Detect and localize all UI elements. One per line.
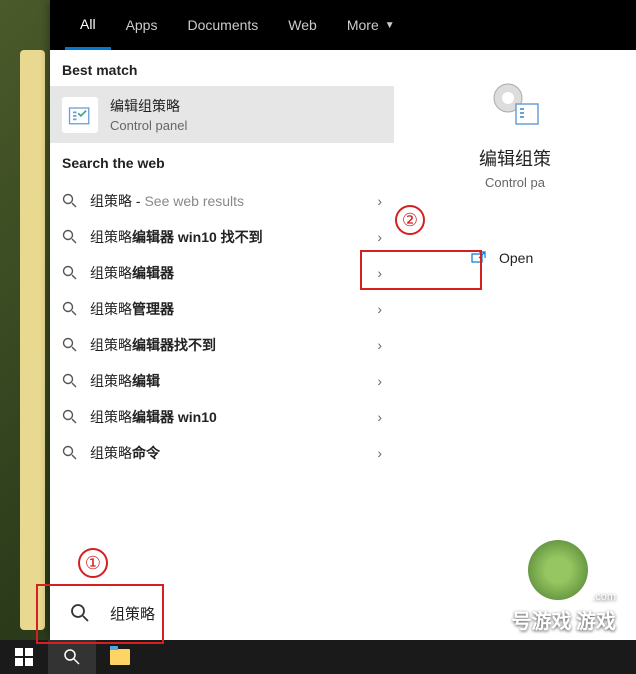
web-result-text: 组策略编辑器 win10 找不到 xyxy=(90,227,365,247)
search-icon xyxy=(62,445,78,461)
web-result-item[interactable]: 组策略编辑 › xyxy=(50,363,394,399)
folder-icon xyxy=(110,649,130,665)
chevron-right-icon: › xyxy=(377,445,382,461)
web-result-item[interactable]: 组策略编辑器 › xyxy=(50,255,394,291)
web-result-item[interactable]: 组策略编辑器 win10 › xyxy=(50,399,394,435)
app-large-icon xyxy=(485,75,545,135)
taskbar-search-button[interactable] xyxy=(48,640,96,674)
web-result-text: 组策略命令 xyxy=(90,443,365,463)
search-icon xyxy=(62,229,78,245)
tab-apps[interactable]: Apps xyxy=(111,0,173,50)
watermark-sub: 游戏 xyxy=(576,611,616,633)
web-result-item[interactable]: 组策略管理器 › xyxy=(50,291,394,327)
web-result-item[interactable]: 组策略 - See web results › xyxy=(50,183,394,219)
web-result-item[interactable]: 组策略编辑器找不到 › xyxy=(50,327,394,363)
chevron-right-icon: › xyxy=(377,229,382,245)
best-match-item[interactable]: 编辑组策略 Control panel xyxy=(50,86,394,143)
taskbar-search-box[interactable] xyxy=(50,586,455,640)
tab-more[interactable]: More ▼ xyxy=(332,0,410,50)
best-match-subtitle: Control panel xyxy=(110,118,187,133)
tab-documents[interactable]: Documents xyxy=(172,0,273,50)
web-result-text: 组策略管理器 xyxy=(90,299,365,319)
watermark: .com 号游戏 游戏 xyxy=(512,540,616,634)
search-icon xyxy=(62,193,78,209)
search-input[interactable] xyxy=(110,605,435,622)
chevron-down-icon: ▼ xyxy=(385,20,395,31)
open-button[interactable]: Open xyxy=(455,240,575,276)
best-match-header: Best match xyxy=(50,50,394,86)
tab-more-label: More xyxy=(347,17,379,33)
annotation-circle-2: ② xyxy=(395,205,425,235)
search-icon xyxy=(62,373,78,389)
chevron-right-icon: › xyxy=(377,409,382,425)
search-icon xyxy=(62,265,78,281)
app-detail-subtitle: Control pa xyxy=(404,175,626,190)
web-results-list: 组策略 - See web results › 组策略编辑器 win10 找不到… xyxy=(50,179,394,475)
watermark-url: .com xyxy=(592,591,616,603)
chevron-right-icon: › xyxy=(377,265,382,281)
watermark-name: 号游戏 xyxy=(512,611,572,633)
chevron-right-icon: › xyxy=(377,301,382,317)
app-detail-title: 编辑组策 xyxy=(404,145,626,171)
tab-all[interactable]: All xyxy=(65,0,111,50)
open-button-label: Open xyxy=(499,250,533,266)
start-button[interactable] xyxy=(0,640,48,674)
annotation-circle-1: ① xyxy=(78,548,108,578)
chevron-right-icon: › xyxy=(377,373,382,389)
best-match-title: 编辑组策略 xyxy=(110,96,187,116)
chevron-right-icon: › xyxy=(377,193,382,209)
open-icon xyxy=(471,250,487,266)
search-icon xyxy=(70,603,90,623)
search-tabs-bar: All Apps Documents Web More ▼ xyxy=(50,0,636,50)
taskbar xyxy=(0,640,636,674)
web-result-item[interactable]: 组策略命令 › xyxy=(50,435,394,471)
web-result-text: 组策略编辑器 win10 xyxy=(90,407,365,427)
watermark-logo-icon xyxy=(528,540,588,600)
search-web-header: Search the web xyxy=(50,143,394,179)
best-match-text: 编辑组策略 Control panel xyxy=(110,96,187,133)
web-result-text: 组策略编辑器 xyxy=(90,263,365,283)
chevron-right-icon: › xyxy=(377,337,382,353)
web-result-text: 组策略编辑 xyxy=(90,371,365,391)
search-icon xyxy=(62,409,78,425)
web-result-text: 组策略编辑器找不到 xyxy=(90,335,365,355)
tab-web[interactable]: Web xyxy=(273,0,332,50)
taskbar-file-explorer[interactable] xyxy=(96,640,144,674)
search-icon xyxy=(62,337,78,353)
web-result-text: 组策略 - See web results xyxy=(90,191,365,211)
control-panel-icon xyxy=(62,97,98,133)
web-result-item[interactable]: 组策略编辑器 win10 找不到 › xyxy=(50,219,394,255)
search-icon xyxy=(62,301,78,317)
